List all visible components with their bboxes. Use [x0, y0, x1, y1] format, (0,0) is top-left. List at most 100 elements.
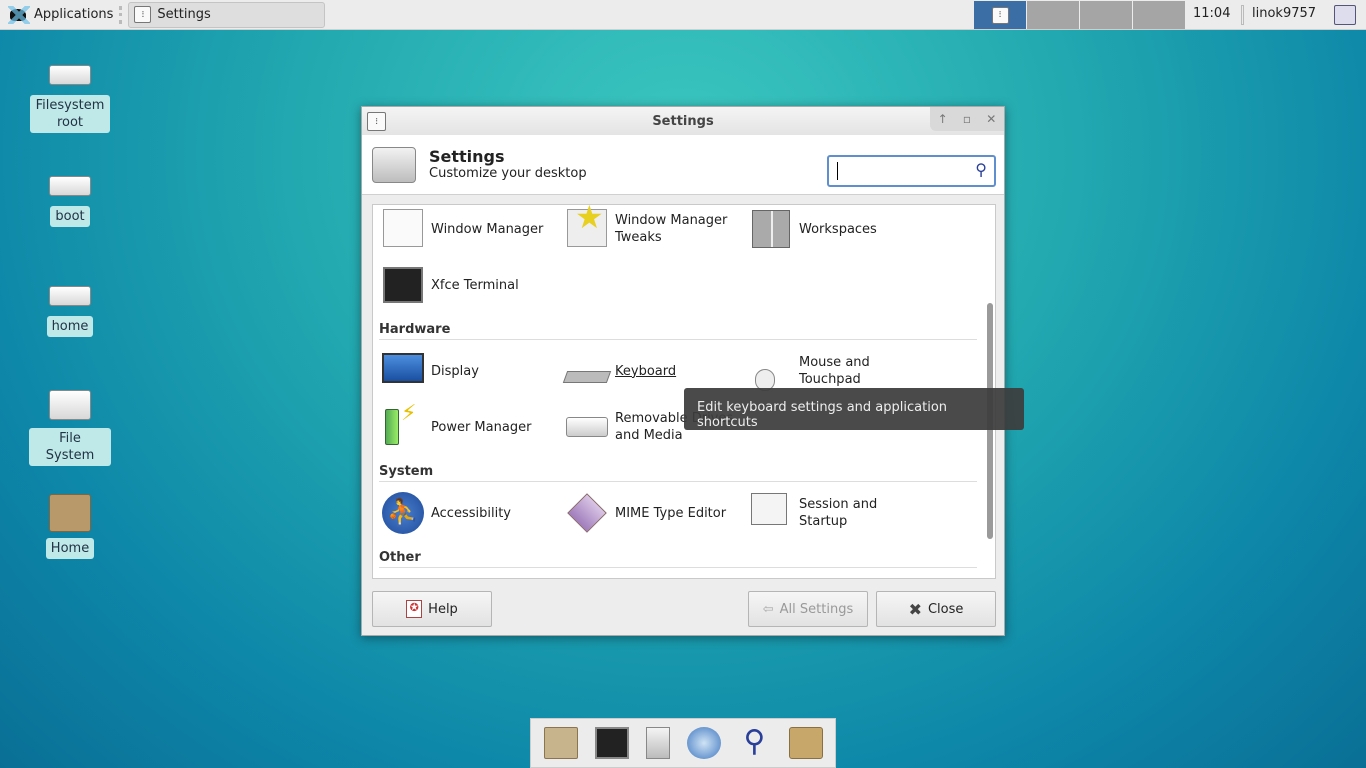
settings-manager-icon	[372, 147, 416, 183]
title-bar[interactable]: ⫶ Settings ↑ ▫ ✕	[362, 107, 1004, 135]
panel-separator	[119, 5, 123, 24]
icon-label: Home	[45, 538, 95, 559]
close-x-icon: ✖	[908, 599, 922, 619]
close-button[interactable]: ✖ Close	[876, 591, 996, 627]
settings-icon: ⫶	[991, 6, 1009, 24]
button-label: Help	[428, 601, 458, 617]
desktop-icon-file-system[interactable]: File System	[29, 378, 111, 466]
display-icon	[381, 349, 425, 393]
back-arrow-icon: ⇦	[762, 601, 774, 617]
divider	[379, 339, 977, 340]
user-menu[interactable]: linok9757	[1252, 6, 1316, 21]
item-workspaces[interactable]: Workspaces	[749, 207, 877, 251]
item-label: Display	[431, 363, 479, 379]
applications-menu[interactable]: Applications	[0, 0, 113, 30]
item-mouse-touchpad[interactable]: Mouse and Touchpad	[749, 349, 889, 393]
workspace-1[interactable]: ⫶	[974, 1, 1026, 29]
header-subtitle: Customize your desktop	[429, 166, 587, 181]
item-window-manager[interactable]: Window Manager	[381, 207, 543, 251]
folder-icon[interactable]	[788, 727, 823, 759]
item-xfce-terminal[interactable]: Xfce Terminal	[381, 263, 519, 307]
search-icon[interactable]: ⚲	[738, 727, 772, 759]
mouse-icon	[749, 349, 793, 393]
search-icon: ⚲	[975, 160, 987, 179]
icon-label: File System	[29, 428, 111, 466]
tooltip: Edit keyboard settings and application s…	[684, 388, 1024, 430]
dock: ⚲	[530, 718, 836, 768]
top-panel: Applications ⫶ Settings ⫶ 11:04 linok975…	[0, 0, 1366, 30]
web-browser-icon[interactable]	[686, 727, 721, 759]
icon-label: Filesystem root	[30, 95, 110, 133]
workspace-3[interactable]	[1080, 1, 1132, 29]
all-settings-button[interactable]: ⇦ All Settings	[748, 591, 868, 627]
item-mime-type-editor[interactable]: MIME Type Editor	[565, 491, 726, 535]
applications-label: Applications	[34, 7, 114, 22]
help-button[interactable]: ✪ Help	[372, 591, 492, 627]
drive-icon	[49, 65, 91, 85]
task-label: Settings	[157, 7, 211, 22]
divider	[379, 481, 977, 482]
taskbar-settings-button[interactable]: ⫶ Settings	[128, 1, 326, 28]
battery-icon: ⚡	[381, 403, 425, 449]
item-label: Xfce Terminal	[431, 277, 519, 293]
divider	[379, 567, 977, 568]
item-label: Session and Startup	[799, 497, 878, 529]
mime-type-icon	[565, 491, 609, 535]
file-manager-icon[interactable]	[543, 727, 578, 759]
terminal-icon[interactable]	[594, 727, 629, 759]
section-hardware: Hardware	[379, 322, 451, 337]
header: Settings Customize your desktop ⚲	[362, 135, 1004, 195]
header-title: Settings	[429, 147, 505, 166]
workspaces-icon	[749, 207, 793, 251]
item-window-manager-tweaks[interactable]: ★ Window Manager Tweaks	[565, 205, 735, 251]
item-label: Workspaces	[799, 221, 877, 237]
item-power-manager[interactable]: ⚡ Power Manager	[381, 403, 532, 449]
text-cursor	[837, 162, 838, 180]
terminal-icon	[381, 263, 425, 307]
window-controls: ↑ ▫ ✕	[930, 107, 1004, 131]
item-display[interactable]: Display	[381, 349, 479, 393]
maximize-icon[interactable]: ▫	[963, 112, 971, 126]
workspace-4[interactable]	[1133, 1, 1185, 29]
xfce-logo-icon	[8, 5, 30, 24]
item-keyboard[interactable]: Keyboard	[562, 349, 677, 393]
clock[interactable]: 11:04	[1193, 6, 1230, 21]
item-session-startup[interactable]: Session and Startup	[749, 491, 889, 535]
desktop-icon-boot[interactable]: boot	[29, 166, 111, 227]
tweaks-star-icon: ★	[565, 205, 609, 251]
icon-label: home	[46, 316, 94, 337]
item-accessibility[interactable]: ⛹ Accessibility	[381, 491, 511, 535]
button-label: Close	[927, 601, 964, 617]
window-manager-icon	[381, 207, 425, 251]
window-title: Settings	[652, 114, 714, 129]
section-system: System	[379, 464, 434, 479]
drive-icon	[49, 176, 91, 196]
accessibility-icon: ⛹	[381, 491, 425, 535]
item-label: Keyboard	[615, 363, 677, 379]
screenshot-icon[interactable]	[1334, 5, 1356, 25]
section-other: Other	[379, 550, 421, 565]
icon-label: boot	[50, 206, 90, 227]
harddisk-icon	[49, 390, 91, 420]
close-icon[interactable]: ✕	[986, 112, 996, 126]
item-label: Window Manager Tweaks	[615, 213, 728, 245]
keyboard-icon	[562, 349, 612, 393]
button-label: All Settings	[779, 601, 854, 617]
drive-icon	[49, 286, 91, 306]
workspace-2[interactable]	[1027, 1, 1079, 29]
item-label: MIME Type Editor	[615, 505, 727, 521]
filing-cabinet-icon[interactable]	[645, 727, 670, 759]
search-input[interactable]: ⚲	[827, 155, 996, 187]
desktop-icon-home[interactable]: home	[29, 276, 111, 337]
home-folder-icon	[49, 494, 91, 532]
desktop-icon-filesystem-root[interactable]: Filesystem root	[29, 55, 111, 133]
panel-separator	[1241, 5, 1244, 25]
item-label: Power Manager	[431, 419, 532, 435]
help-icon: ✪	[406, 600, 423, 618]
roll-up-icon[interactable]: ↑	[938, 112, 948, 126]
removable-drive-icon	[565, 405, 609, 449]
desktop-icon-home-folder[interactable]: Home	[29, 494, 111, 559]
settings-icon: ⫶	[134, 6, 152, 23]
item-label: Mouse and Touchpad	[799, 355, 870, 387]
item-label: Accessibility	[431, 505, 511, 521]
